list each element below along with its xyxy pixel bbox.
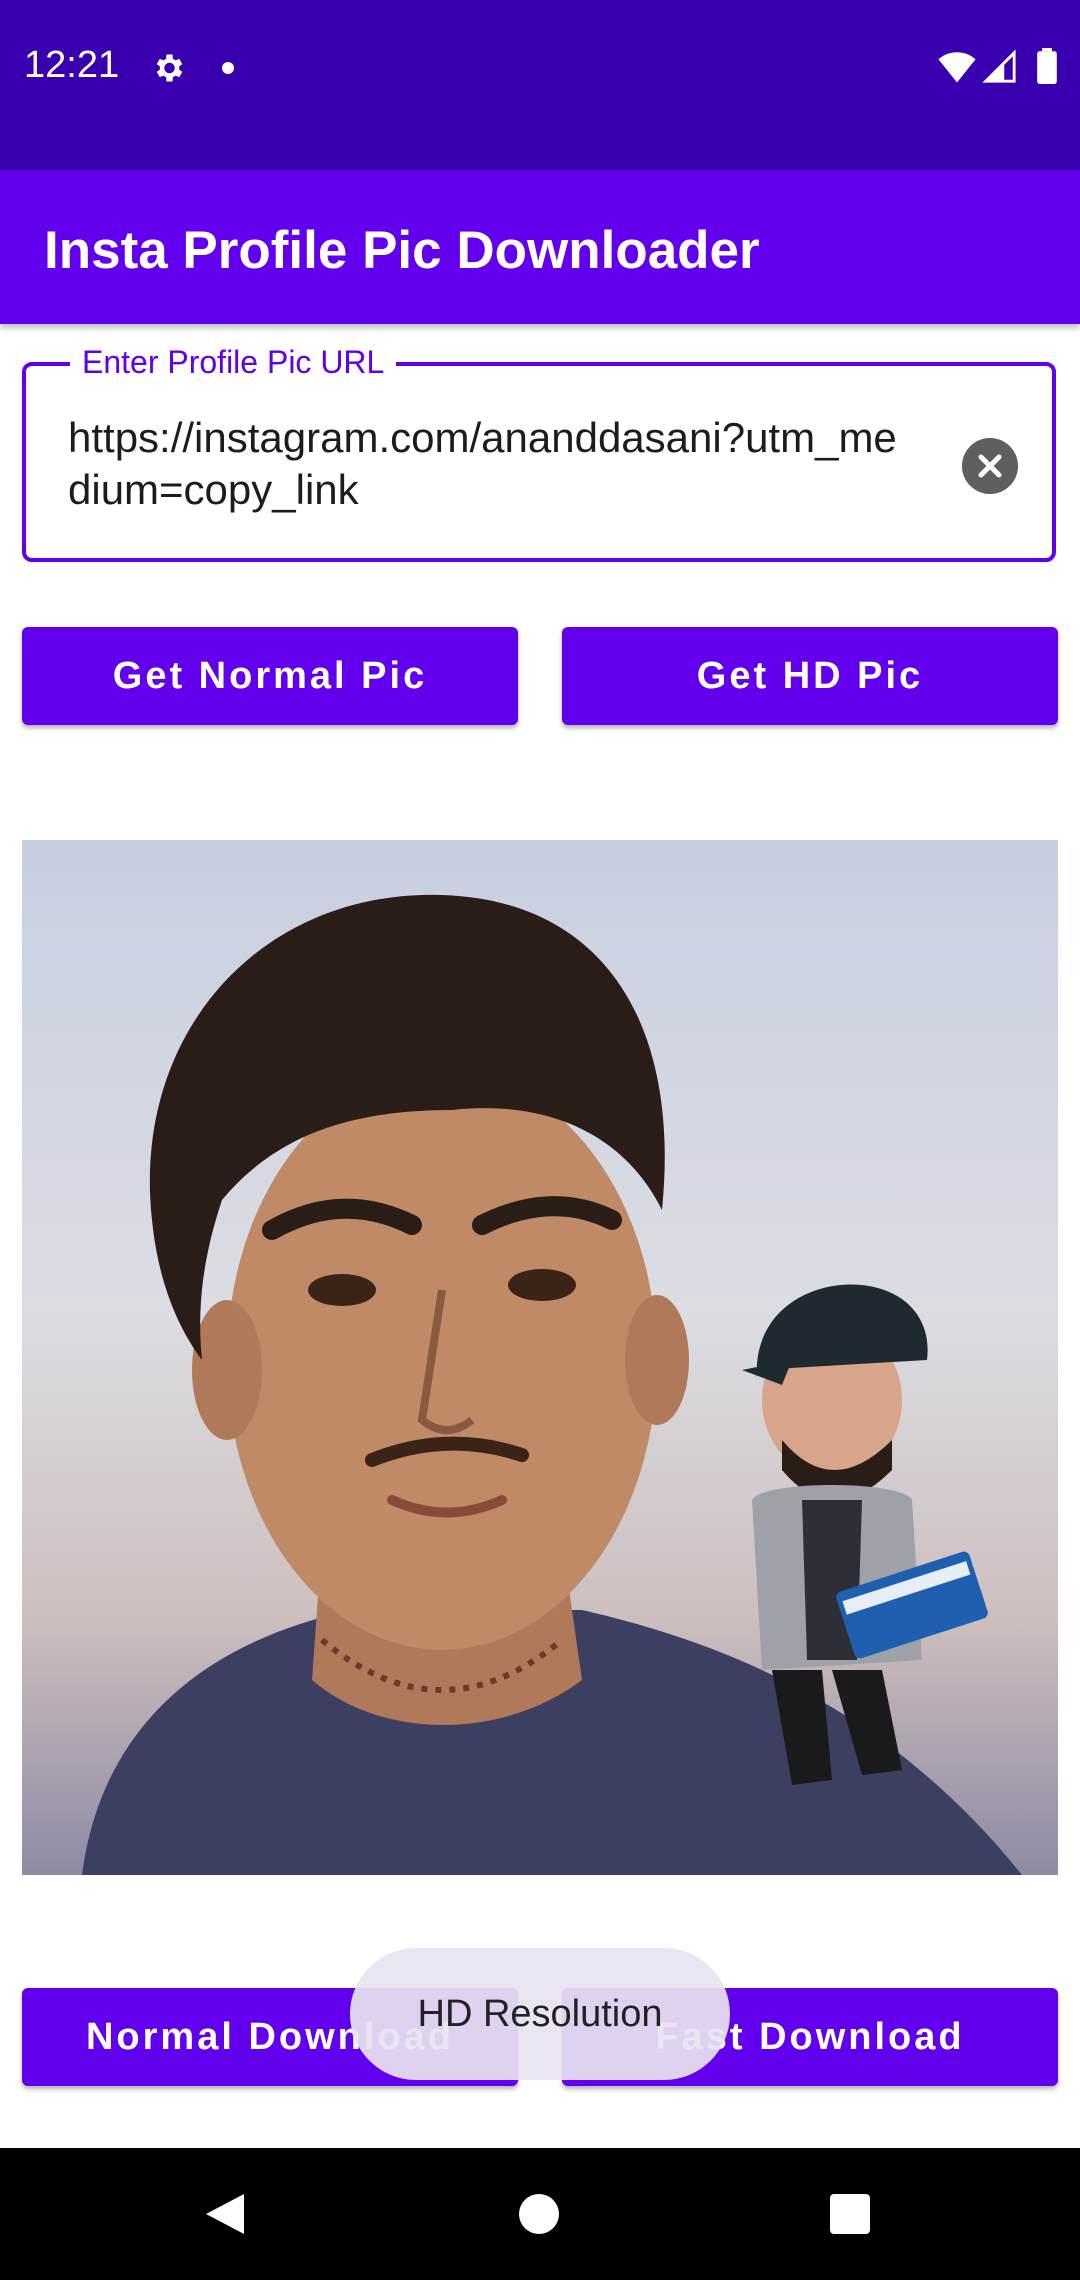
app-title: Insta Profile Pic Downloader (44, 221, 760, 280)
toast-text: HD Resolution (417, 1992, 663, 2035)
toast-message: HD Resolution (350, 1948, 730, 2080)
status-bar: 12:21 (0, 0, 1080, 170)
battery-icon (1037, 48, 1057, 84)
home-icon[interactable] (519, 2194, 559, 2234)
back-icon[interactable] (204, 2192, 246, 2236)
navigation-bar (0, 2148, 1080, 2280)
url-field-label: Enter Profile Pic URL (70, 344, 397, 381)
status-time: 12:21 (24, 44, 120, 86)
get-hd-pic-button[interactable]: Get HD Pic (562, 627, 1058, 725)
get-normal-pic-button[interactable]: Get Normal Pic (22, 627, 518, 725)
cell-signal-icon (982, 50, 1016, 83)
url-input[interactable]: https://instagram.com/ananddasani?utm_me… (68, 412, 918, 516)
profile-url-field[interactable]: Enter Profile Pic URL https://instagram.… (22, 344, 1056, 562)
clear-text-icon[interactable] (962, 438, 1018, 494)
settings-gear-icon (156, 54, 183, 82)
wifi-icon (938, 52, 976, 83)
profile-picture-image (22, 840, 1058, 1875)
notification-dot-icon (222, 62, 234, 74)
app-bar: Insta Profile Pic Downloader (0, 170, 1080, 324)
recents-icon[interactable] (830, 2194, 870, 2234)
